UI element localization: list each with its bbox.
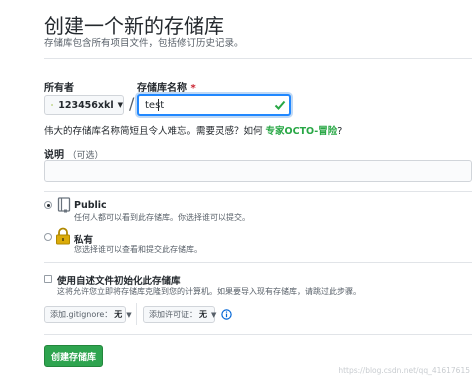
init-readme-description: 这将允许您立即将存储库克隆到您的计算机。如果要导入现有存储库，请跳过此步骤。: [57, 287, 361, 296]
owner-value: 123456xkl: [58, 99, 114, 111]
public-description: 任何人都可以看到此存储库。你选择谁可以提交。: [74, 213, 250, 222]
divider: [44, 334, 472, 335]
caret-down-icon: ▼: [211, 310, 217, 319]
owner-label: 所有者: [44, 83, 74, 94]
repo-name-label: 存储库名称 *: [137, 79, 196, 94]
suggestion-link[interactable]: 专家OCTO-冒险: [266, 126, 338, 137]
license-select[interactable]: 添加许可证： 无 ▼: [143, 306, 217, 323]
divider: [44, 58, 472, 59]
description-input[interactable]: [44, 160, 472, 182]
private-radio[interactable]: [44, 233, 52, 241]
name-hint-text: 伟大的存储库名称简短且令人难忘。需要灵感？如何: [44, 126, 266, 137]
info-icon[interactable]: [221, 309, 232, 320]
gitignore-value: 无: [114, 310, 123, 319]
init-readme-checkbox[interactable]: [44, 275, 52, 283]
caret-down-icon: ▼: [126, 310, 132, 319]
name-hint-end: ?: [337, 126, 343, 137]
gitignore-select[interactable]: 添加.gitignore： 无 ▼: [44, 306, 132, 323]
owner-avatar-icon: [51, 103, 54, 107]
init-readme-label[interactable]: 使用自述文件初始化此存储库: [57, 273, 181, 287]
slash-separator: /: [129, 94, 135, 113]
repo-book-icon: [57, 197, 71, 213]
page-subtitle: 存储库包含所有项目文件，包括修订历史记录。: [44, 38, 244, 49]
name-hint: 伟大的存储库名称简短且令人难忘。需要灵感？如何 专家OCTO-冒险?: [44, 123, 342, 137]
gitignore-label: 添加.gitignore：: [50, 310, 113, 319]
private-description: 您选择谁可以查看和提交此存储库。: [74, 245, 202, 254]
owner-select[interactable]: 123456xkl ▼: [44, 95, 124, 115]
caret-down-icon: ▼: [117, 101, 123, 109]
divider: [44, 191, 472, 192]
license-label: 添加许可证：: [149, 310, 197, 319]
public-radio[interactable]: [44, 201, 52, 209]
public-title: Public: [74, 200, 107, 211]
check-icon: [274, 100, 286, 110]
lock-icon: [56, 227, 70, 245]
create-repository-button[interactable]: 创建存储库: [44, 345, 103, 367]
license-value: 无: [199, 310, 207, 319]
repo-name-label-text: 存储库名称: [137, 83, 187, 94]
divider: [44, 262, 472, 263]
select-separator: [136, 303, 137, 325]
required-mark: *: [190, 83, 196, 94]
description-label: 说明 （可选）: [44, 146, 104, 161]
watermark: https://blog.csdn.net/qq_41617615: [338, 366, 470, 375]
text-cursor: [158, 99, 159, 111]
repo-name-input[interactable]: [137, 94, 291, 116]
